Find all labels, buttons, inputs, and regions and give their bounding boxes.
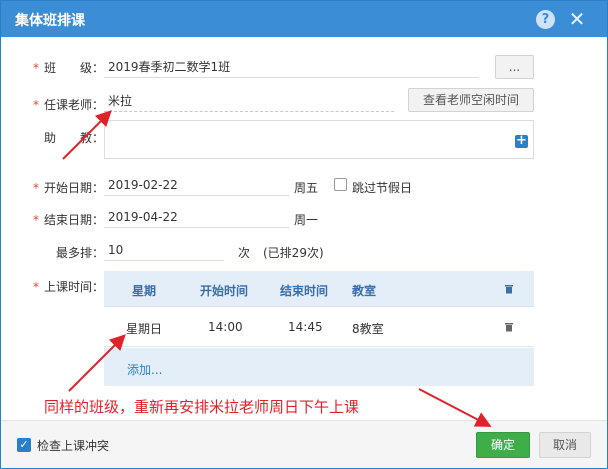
add-assistant-icon[interactable]: + [515,134,528,148]
schedule-grid-header: 星期 开始时间 结束时间 教室 [104,271,534,307]
trash-icon[interactable] [504,322,514,332]
class-field[interactable]: 2019春季初二数学1班 [104,56,479,78]
start-weekday: 周五 [294,181,319,195]
check-conflict-checkbox[interactable]: ✓ [17,438,31,452]
skip-holiday-label: 跳过节假日 [352,181,413,195]
row-end-time: 14:45 [288,320,323,334]
required-mark: * [33,181,39,195]
end-date-field[interactable]: 2019-04-22 [104,206,289,228]
start-date-field[interactable]: 2019-02-22 [104,174,289,196]
trash-icon[interactable] [504,284,514,294]
add-schedule-link[interactable]: 添加... [127,361,162,378]
row-weekday: 星期日 [126,322,163,336]
max-label: 最多排： [56,246,105,260]
assistant-field[interactable] [104,120,534,159]
skip-holiday-checkbox[interactable] [334,178,347,191]
title-bar: 集体班排课 ? ✕ [1,1,607,37]
table-row[interactable]: 星期日 14:00 14:45 8教室 [104,307,534,347]
max-unit: 次 [238,246,251,260]
check-conflict-label: 检查上课冲突 [37,439,110,453]
col-room: 教室 [352,284,377,298]
required-mark: * [33,61,39,75]
max-times-field[interactable]: 10 [104,239,224,261]
schedule-label: 上课时间： [44,280,105,294]
close-icon[interactable]: ✕ [567,7,587,31]
schedule-grid-footer: 添加... [104,348,534,386]
schedule-grid: 星期 开始时间 结束时间 教室 星期日 14:00 14:45 8教室 添加..… [104,271,534,386]
end-weekday: 周一 [294,213,319,227]
help-icon[interactable]: ? [536,10,555,29]
ok-button[interactable]: 确定 [476,432,530,458]
class-more-button[interactable]: ... [495,55,534,79]
row-room: 8教室 [352,322,384,336]
annotation-text: 同样的班级，重新再安排米拉老师周日下午上课 [44,398,360,416]
col-start-time: 开始时间 [200,284,249,298]
cancel-button[interactable]: 取消 [539,432,591,458]
schedule-dialog: 集体班排课 ? ✕ * 班 级： 2019春季初二数学1班 ... * 任课老师… [0,0,608,469]
required-mark: * [33,98,39,112]
required-mark: * [33,280,39,294]
row-start-time: 14:00 [208,320,243,334]
teacher-label: 任课老师： [44,98,105,112]
required-mark: * [33,213,39,227]
col-end-time: 结束时间 [280,284,329,298]
class-label: 班 级： [44,61,105,75]
assistant-label: 助 教： [44,131,105,145]
check-teacher-free-time-button[interactable]: 查看老师空闲时间 [408,88,534,112]
teacher-field[interactable]: 米拉 [104,90,394,112]
dialog-footer: ✓ 检查上课冲突 确定 取消 [1,420,607,468]
scheduled-count-note: (已排29次) [263,246,324,260]
dialog-title: 集体班排课 [15,13,85,29]
start-date-label: 开始日期： [44,181,105,195]
col-weekday: 星期 [132,284,157,298]
end-date-label: 结束日期： [44,213,105,227]
